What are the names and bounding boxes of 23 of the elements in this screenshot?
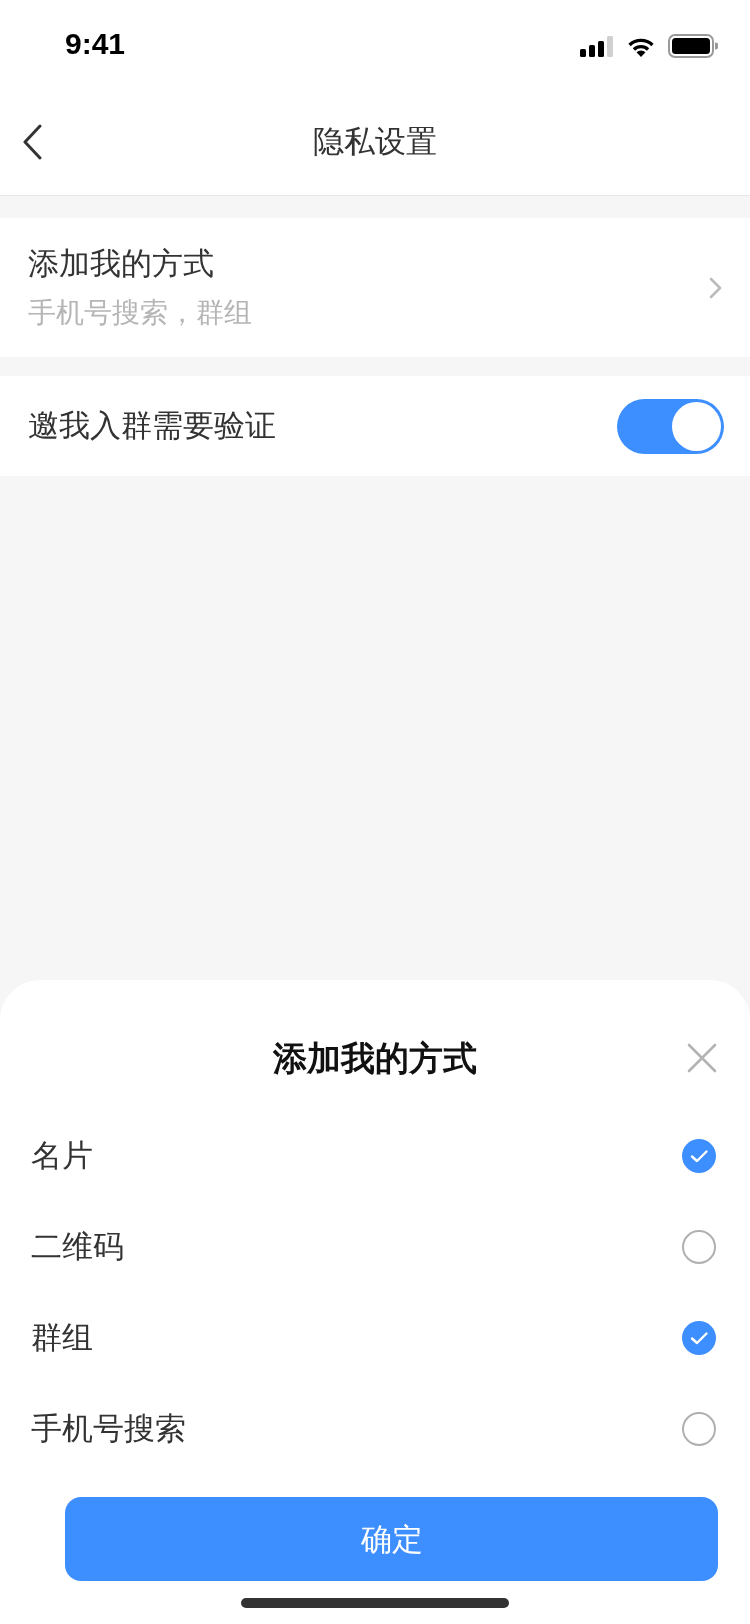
checkbox[interactable] — [682, 1320, 716, 1355]
sheet-title: 添加我的方式 — [273, 1038, 477, 1078]
close-button[interactable] — [687, 1043, 717, 1073]
option-label: 手机号搜索 — [31, 1409, 186, 1448]
option-label: 名片 — [31, 1136, 93, 1175]
option-label: 二维码 — [31, 1227, 124, 1266]
settings-row[interactable]: 添加我的方式 手机号搜索，群组 — [0, 218, 750, 357]
battery-icon — [668, 34, 718, 58]
checkbox[interactable] — [682, 1229, 716, 1264]
signal-icon — [580, 35, 614, 57]
page-title: 隐私设置 — [313, 122, 437, 161]
status-time: 9:41 — [65, 29, 126, 59]
checkbox[interactable] — [682, 1138, 716, 1173]
back-icon — [22, 123, 42, 160]
option-label: 群组 — [31, 1318, 93, 1357]
setting-summary: 手机号搜索，群组 — [28, 296, 252, 330]
toggle-switch[interactable] — [617, 398, 724, 454]
setting-title: 邀我入群需要验证 — [28, 407, 276, 445]
checkbox[interactable] — [682, 1411, 716, 1446]
chevron-right-icon — [709, 276, 722, 299]
back-button[interactable] — [22, 123, 42, 160]
close-icon — [687, 1043, 717, 1073]
setting-title: 添加我的方式 — [28, 245, 215, 283]
